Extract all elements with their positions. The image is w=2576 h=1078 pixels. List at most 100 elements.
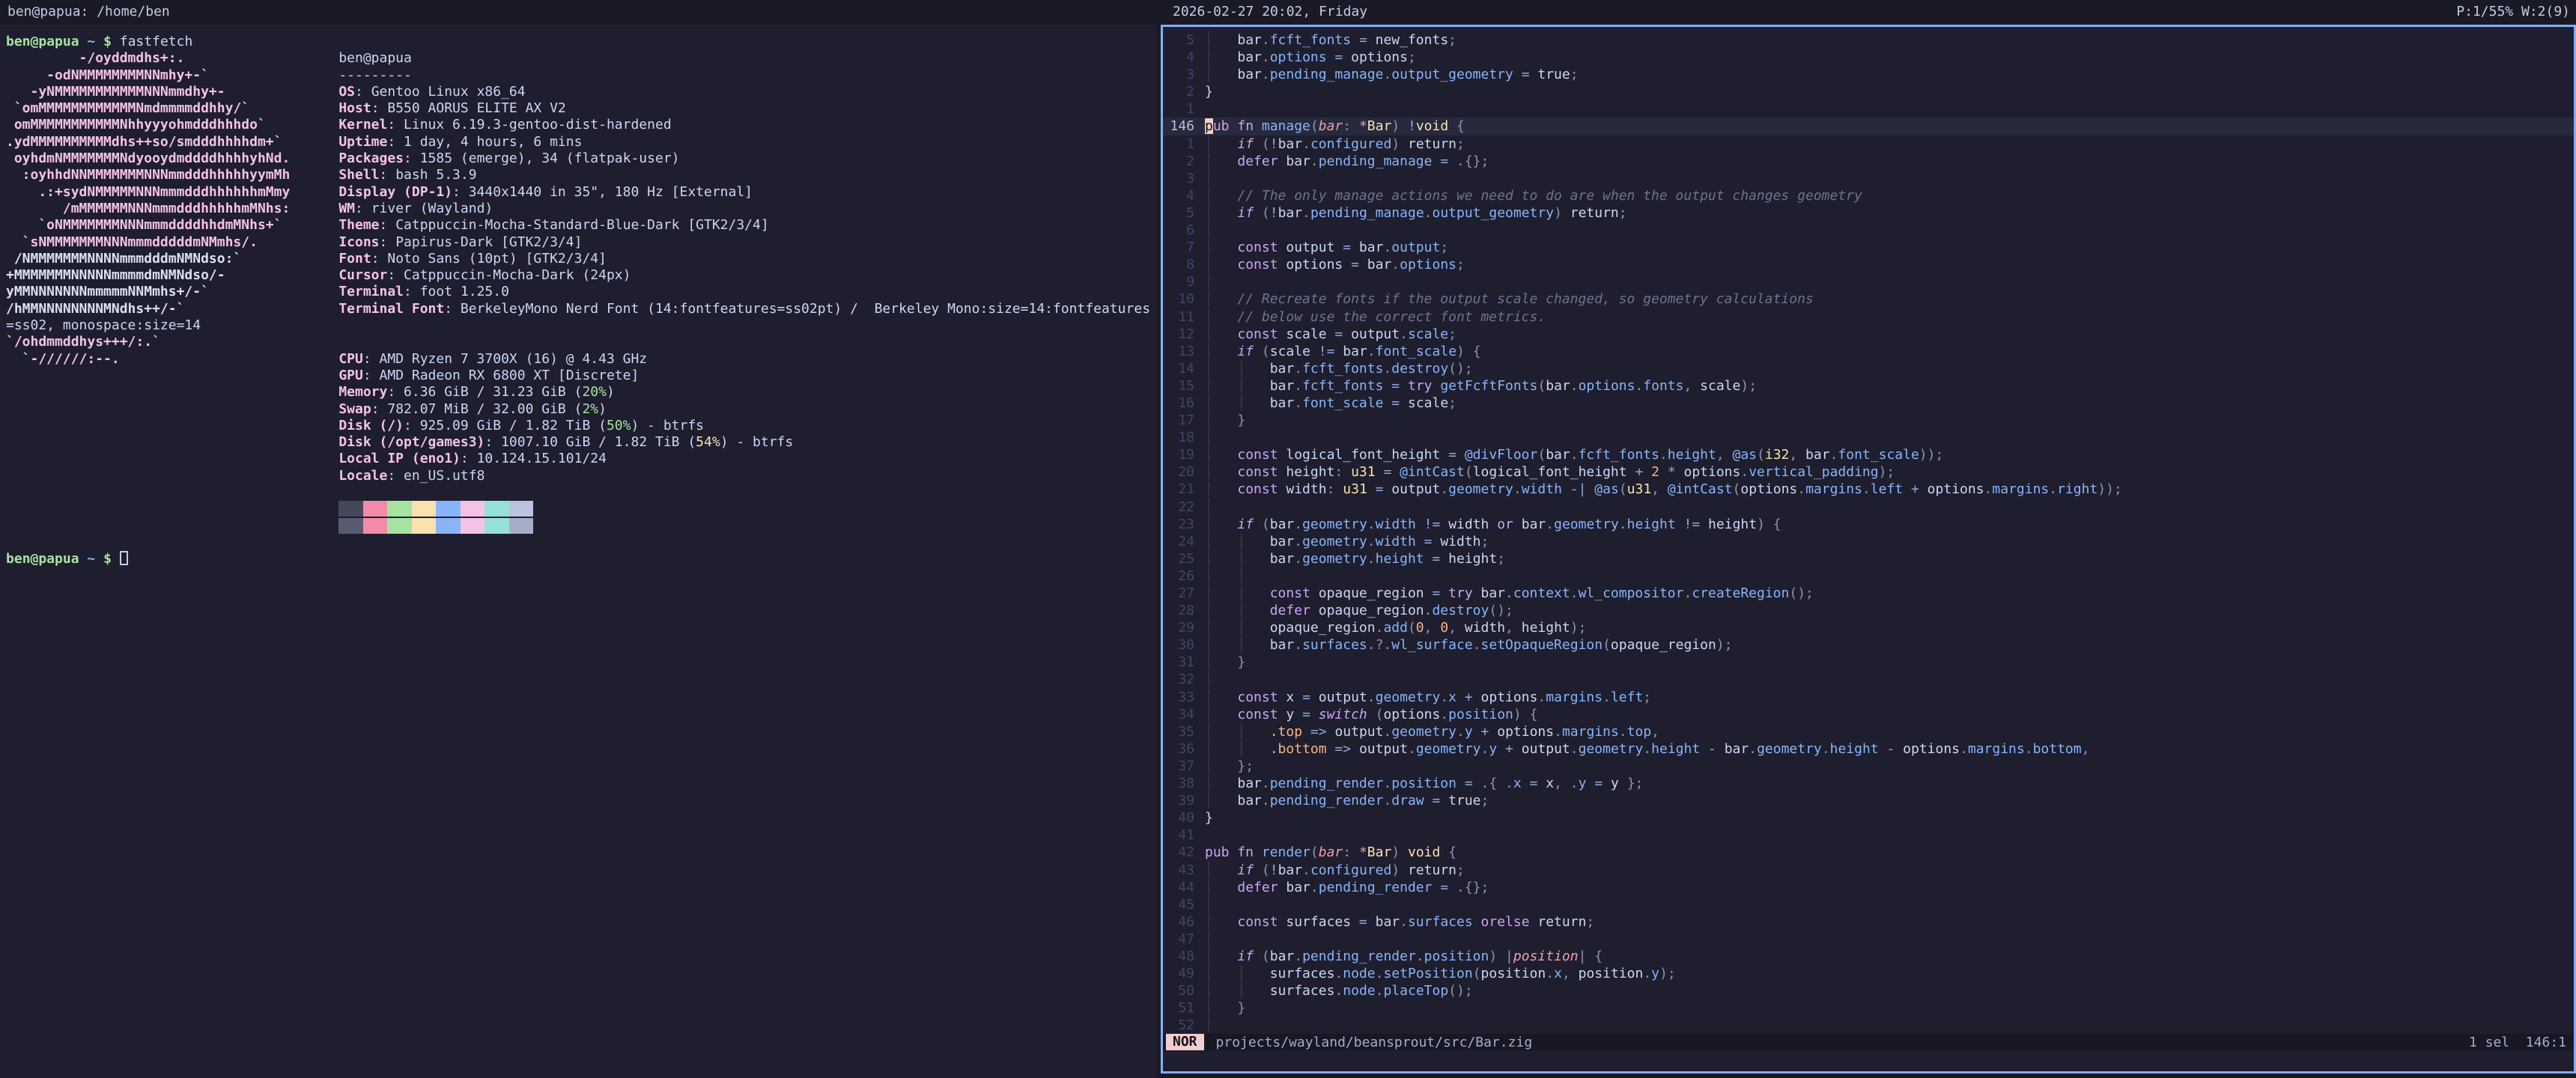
terminal-row: `/ohdmmddhys+++/:.` [6,334,1156,350]
code-line[interactable]: 34│ const y = switch (options.position) … [1163,706,2574,723]
code-line[interactable]: 3│ [1163,170,2574,187]
code-line[interactable]: 5│ bar.fcft_fonts = new_fonts; [1163,31,2574,49]
code-line[interactable]: 49│ │ surfaces.node.setPosition(position… [1163,965,2574,982]
code-line[interactable]: 38│ bar.pending_render.position = .{ .x … [1163,775,2574,792]
line-number: 44 [1163,879,1205,896]
code-line[interactable]: 21│ const width: u31 = output.geometry.w… [1163,481,2574,498]
code-line[interactable]: 45│ [1163,896,2574,913]
code-line[interactable]: 36│ │ .bottom => output.geometry.y + out… [1163,740,2574,758]
code-line[interactable]: 39│ bar.pending_render.draw = true; [1163,792,2574,809]
code-line[interactable]: 14│ │ bar.fcft_fonts.destroy(); [1163,360,2574,377]
line-number: 15 [1163,377,1205,395]
code-line[interactable]: 1│ if (!bar.configured) return; [1163,135,2574,153]
code-line[interactable]: 4│ // The only manage actions we need to… [1163,187,2574,204]
terminal-row [6,501,1156,517]
code-line[interactable]: 2} [1163,83,2574,100]
code-line[interactable]: 48│ if (bar.pending_render.position) |po… [1163,948,2574,965]
terminal-row: -/oyddmdhs+:. ben@papua [6,50,1156,67]
line-number: 10 [1163,290,1205,308]
code-line[interactable]: 23│ if (bar.geometry.width != width or b… [1163,516,2574,533]
line-number: 1 [1163,135,1205,153]
code-line[interactable]: 2│ defer bar.pending_manage = .{}; [1163,153,2574,170]
code-line[interactable]: 27│ │ const opaque_region = try bar.cont… [1163,585,2574,602]
line-number: 40 [1163,809,1205,826]
code-line[interactable]: 35│ │ .top => output.geometry.y + option… [1163,723,2574,740]
code-line[interactable]: 17│ } [1163,412,2574,429]
code-line[interactable]: 52│ [1163,1017,2574,1034]
line-number: 30 [1163,636,1205,654]
code-line[interactable]: 28│ │ defer opaque_region.destroy(); [1163,602,2574,619]
line-number: 36 [1163,740,1205,758]
code-line[interactable]: 25│ │ bar.geometry.height = height; [1163,550,2574,567]
line-number: 45 [1163,896,1205,913]
code-line[interactable]: 1 [1163,100,2574,118]
code-line[interactable]: 9│ [1163,273,2574,290]
code-line[interactable]: 12│ const scale = output.scale; [1163,326,2574,343]
code-line[interactable]: 30│ │ bar.surfaces.?.wl_surface.setOpaqu… [1163,636,2574,654]
code-line[interactable]: 3│ bar.pending_manage.output_geometry = … [1163,66,2574,83]
terminal-row: oyhdmNMMMMMMMNdyooydmddddhhhhyhNd. Packa… [6,150,1156,167]
code-line[interactable]: 43│ if (!bar.configured) return; [1163,862,2574,879]
code-line[interactable]: 44│ defer bar.pending_render = .{}; [1163,879,2574,896]
line-number: 42 [1163,844,1205,861]
code-line[interactable]: 47│ [1163,931,2574,948]
terminal-row: /hMMNNNNNNNNMNdhs++/-` Terminal Font: Be… [6,301,1156,317]
code-line[interactable]: 7│ const output = bar.output; [1163,239,2574,256]
code-line[interactable]: 6│ [1163,222,2574,239]
code-line[interactable]: 37│ }; [1163,758,2574,775]
line-number: 41 [1163,826,1205,844]
code-line[interactable]: 41 [1163,826,2574,844]
terminal-row: .:+sydNMMMMMNNNmmmdddhhhhhhmMmy Display … [6,184,1156,201]
terminal-row: yMMNNNNNNNmmmmmNNMmhs+/-` Terminal: foot… [6,284,1156,300]
code-line[interactable]: 16│ │ bar.font_scale = scale; [1163,395,2574,412]
line-number: 49 [1163,965,1205,982]
code-line[interactable]: 33│ const x = output.geometry.x + option… [1163,689,2574,706]
terminal-pane[interactable]: ben@papua ~ $ fastfetch -/oyddmdhs+:. be… [0,25,1156,1078]
code-line[interactable]: 20│ const height: u31 = @intCast(logical… [1163,463,2574,481]
code-line[interactable]: 19│ const logical_font_height = @divFloo… [1163,446,2574,463]
line-number: 32 [1163,671,1205,688]
code-line[interactable]: 26│ │ [1163,567,2574,585]
terminal-row: =ss02, monospace:size=14 [6,317,1156,334]
terminal-row: +MMMMMMMNNNNNmmmmdmNMNdso/- Cursor: Catp… [6,267,1156,284]
line-number: 47 [1163,931,1205,948]
terminal-row [6,518,1156,535]
line-number: 13 [1163,343,1205,360]
line-number: 21 [1163,481,1205,498]
line-number: 25 [1163,550,1205,567]
code-line[interactable]: 5│ if (!bar.pending_manage.output_geomet… [1163,204,2574,222]
terminal-row [6,535,1156,551]
line-number: 11 [1163,308,1205,326]
code-line[interactable]: 13│ if (scale != bar.font_scale) { [1163,343,2574,360]
code-line[interactable]: 18│ [1163,429,2574,446]
code-area[interactable]: 5│ bar.fcft_fonts = new_fonts;4│ bar.opt… [1163,31,2574,1034]
line-number: 46 [1163,913,1205,931]
code-line[interactable]: 10│ // Recreate fonts if the output scal… [1163,290,2574,308]
line-number: 52 [1163,1017,1205,1034]
terminal-row: -yNMMMMMMMMMMMNNNmmdhy+- OS: Gentoo Linu… [6,84,1156,100]
line-number: 5 [1163,31,1205,49]
code-line[interactable]: 29│ │ opaque_region.add(0, 0, width, hei… [1163,619,2574,636]
code-line[interactable]: 22│ [1163,499,2574,516]
code-line[interactable]: 50│ │ surfaces.node.placeTop(); [1163,982,2574,999]
terminal-row: /NMMMMMMMNNNNmmmdddmNMNdso:` Font: Noto … [6,251,1156,267]
code-line[interactable]: 40} [1163,809,2574,826]
code-line[interactable]: 31│ } [1163,654,2574,671]
code-line[interactable]: 46│ const surfaces = bar.surfaces orelse… [1163,913,2574,931]
code-line[interactable]: 32│ [1163,671,2574,688]
line-number: 16 [1163,395,1205,412]
code-line[interactable]: 8│ const options = bar.options; [1163,256,2574,273]
code-line[interactable]: 11│ // below use the correct font metric… [1163,308,2574,326]
code-line[interactable]: 15│ │ bar.fcft_fonts = try getFcftFonts(… [1163,377,2574,395]
line-number: 27 [1163,585,1205,602]
terminal-row: Memory: 6.36 GiB / 31.23 GiB (20%) [6,384,1156,401]
layout-status: P:1/55% W:2(9) [2456,4,2570,19]
mode-badge: NOR [1166,1034,1204,1050]
code-line[interactable]: 4│ bar.options = options; [1163,49,2574,66]
fastfetch-output: ben@papua ~ $ fastfetch -/oyddmdhs+:. be… [6,34,1156,568]
code-line-current[interactable]: 146pub fn manage(bar: *Bar) !void { [1163,118,2574,135]
code-line[interactable]: 42pub fn render(bar: *Bar) void { [1163,844,2574,861]
code-line[interactable]: 24│ │ bar.geometry.width = width; [1163,533,2574,550]
editor-window[interactable]: 5│ bar.fcft_fonts = new_fonts;4│ bar.opt… [1161,25,2576,1074]
code-line[interactable]: 51│ } [1163,999,2574,1017]
